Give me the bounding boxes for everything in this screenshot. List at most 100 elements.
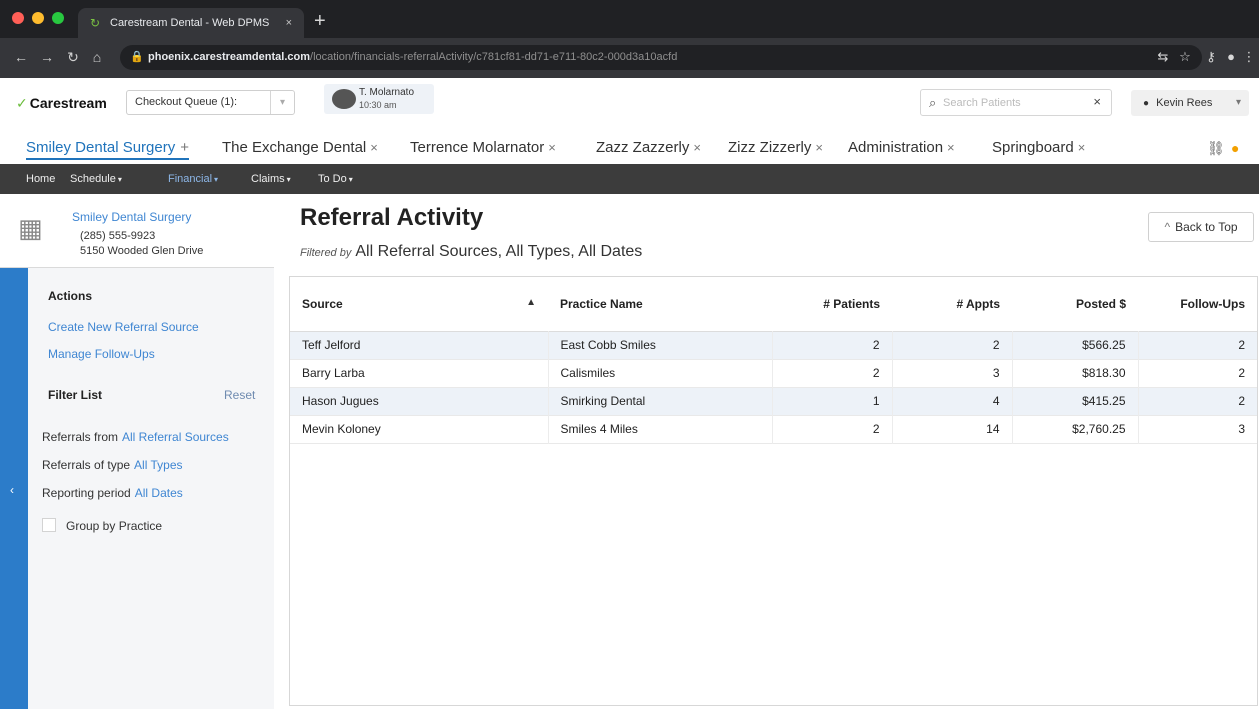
- sidebar-rail: ‹: [0, 268, 28, 709]
- referrals-from-filter[interactable]: Referrals from All Referral Sources: [42, 430, 229, 444]
- back-to-top-label: Back to Top: [1175, 220, 1238, 234]
- caret-icon: ▾: [348, 175, 353, 184]
- lock-icon: 🔒: [130, 51, 144, 63]
- filtered-by-label: Filtered by: [300, 247, 352, 259]
- column-followups-header[interactable]: Follow-Ups: [1138, 277, 1257, 331]
- search-icon: ⌕: [929, 95, 937, 110]
- new-tab-button[interactable]: +: [314, 8, 326, 34]
- checkout-queue-select[interactable]: Checkout Queue (1): ▾: [126, 90, 295, 115]
- column-practice-name-header[interactable]: Practice Name: [548, 277, 772, 331]
- tab-springboard[interactable]: Springboard ×: [992, 136, 1085, 160]
- close-tab-icon[interactable]: ×: [286, 8, 292, 38]
- close-tab-icon[interactable]: ×: [548, 140, 556, 155]
- menu-todo[interactable]: To Do ▾: [318, 171, 353, 188]
- patients-cell: 2: [772, 331, 893, 359]
- group-by-practice-checkbox[interactable]: [42, 518, 56, 532]
- menu-claims[interactable]: Claims ▾: [251, 171, 291, 188]
- table-row[interactable]: Mevin Koloney Smiles 4 Miles 2 14 $2,760…: [290, 415, 1257, 443]
- tab-smiley-dental-surgery[interactable]: Smiley Dental Surgery +: [26, 136, 189, 160]
- table-row[interactable]: Teff Jelford East Cobb Smiles 2 2 $566.2…: [290, 331, 1257, 359]
- practice-name-link[interactable]: Smiley Dental Surgery: [72, 210, 191, 224]
- create-referral-source-link[interactable]: Create New Referral Source: [48, 320, 199, 334]
- bookmark-star-icon[interactable]: ☆: [1176, 46, 1194, 68]
- tab-label: Terrence Molarnator: [410, 139, 545, 156]
- filter-label: Referrals of type: [42, 458, 131, 472]
- filter-value[interactable]: All Types: [134, 458, 182, 472]
- column-posted-header[interactable]: Posted $: [1012, 277, 1138, 331]
- appts-cell: 3: [892, 359, 1013, 387]
- minimize-window-button[interactable]: [32, 12, 44, 24]
- patients-cell: 1: [772, 387, 893, 415]
- browser-addressbar: ← → ↻ ⌂ 🔒 phoenix.carestreamdental.com/l…: [0, 38, 1259, 78]
- manage-followups-link[interactable]: Manage Follow-Ups: [48, 347, 155, 361]
- followups-cell: 2: [1238, 394, 1245, 408]
- posted-cell: $2,760.25: [1012, 415, 1139, 443]
- filter-value[interactable]: All Dates: [135, 486, 183, 500]
- caret-icon: ▾: [286, 175, 291, 184]
- workspace-tabs: Smiley Dental Surgery + The Exchange Dent…: [0, 130, 1259, 164]
- patient-avatar: [332, 89, 356, 109]
- patient-time: 10:30 am: [359, 100, 397, 110]
- table-row[interactable]: Hason Jugues Smirking Dental 1 4 $415.25…: [290, 387, 1257, 415]
- filter-summary-text: All Referral Sources, All Types, All Dat…: [355, 243, 643, 260]
- chevron-down-icon[interactable]: ▾: [270, 91, 294, 114]
- search-input[interactable]: [943, 93, 1081, 112]
- source-cell: Hason Jugues: [290, 387, 549, 415]
- user-menu[interactable]: ● Kevin Rees ▾: [1131, 90, 1249, 116]
- menu-label: Financial: [168, 173, 213, 185]
- back-to-top-button[interactable]: ^ Back to Top: [1148, 212, 1254, 242]
- reporting-period-filter[interactable]: Reporting period All Dates: [42, 486, 183, 500]
- key-icon[interactable]: ⚷: [1202, 46, 1220, 68]
- clear-search-icon[interactable]: ×: [1093, 94, 1101, 109]
- logo-check-icon: ✓: [16, 95, 28, 111]
- home-icon[interactable]: ⌂: [88, 46, 106, 68]
- patient-name: T. Molarnato: [359, 87, 415, 98]
- link-icon[interactable]: ⛓: [1207, 140, 1225, 156]
- close-tab-icon[interactable]: ×: [693, 140, 701, 155]
- back-arrow-icon[interactable]: ←: [12, 46, 30, 68]
- patient-chip[interactable]: T. Molarnato 10:30 am: [324, 84, 434, 114]
- tab-administration[interactable]: Administration ×: [848, 136, 955, 160]
- tab-zizz-zizzerly[interactable]: Zizz Zizzerly ×: [728, 136, 823, 160]
- close-tab-icon[interactable]: ×: [947, 140, 955, 155]
- translate-icon[interactable]: ⇆: [1154, 46, 1172, 68]
- menu-schedule[interactable]: Schedule ▾: [70, 171, 122, 188]
- source-cell: Teff Jelford: [290, 331, 549, 359]
- table-header-row: Source ▲ Practice Name # Patients # Appts…: [290, 277, 1257, 331]
- collapse-sidebar-icon[interactable]: ‹: [10, 483, 14, 497]
- menu-financial[interactable]: Financial ▾: [168, 171, 218, 188]
- close-window-button[interactable]: [12, 12, 24, 24]
- posted-cell: $415.25: [1012, 387, 1139, 415]
- browser-tab-title: Carestream Dental - Web DPMS: [110, 17, 270, 29]
- add-tab-icon[interactable]: +: [180, 139, 189, 156]
- filter-label: Reporting period: [42, 486, 131, 500]
- alert-badge-icon[interactable]: ●: [1231, 140, 1239, 156]
- menu-home[interactable]: Home: [26, 171, 55, 187]
- url-bar[interactable]: 🔒 phoenix.carestreamdental.com/location/…: [120, 45, 1202, 70]
- profile-icon[interactable]: ●: [1222, 46, 1240, 68]
- filter-value[interactable]: All Referral Sources: [122, 430, 229, 444]
- column-patients-header[interactable]: # Patients: [772, 277, 892, 331]
- referrals-type-filter[interactable]: Referrals of type All Types: [42, 458, 183, 472]
- column-appts-header[interactable]: # Appts: [892, 277, 1012, 331]
- practice-card: ▦ Smiley Dental Surgery (285) 555-9923 5…: [0, 194, 274, 268]
- column-source-header[interactable]: Source ▲: [290, 277, 548, 331]
- sort-ascending-icon[interactable]: ▲: [526, 297, 536, 308]
- patient-search[interactable]: ⌕ ×: [920, 89, 1112, 116]
- close-tab-icon[interactable]: ×: [1078, 140, 1086, 155]
- source-cell: Barry Larba: [290, 359, 549, 387]
- browser-tab[interactable]: ↻ Carestream Dental - Web DPMS ×: [78, 8, 304, 38]
- close-tab-icon[interactable]: ×: [370, 140, 378, 155]
- reload-icon[interactable]: ↻: [64, 46, 82, 68]
- posted-cell: $566.25: [1012, 331, 1139, 359]
- tab-the-exchange-dental[interactable]: The Exchange Dental ×: [222, 136, 378, 160]
- tab-terrence-molarnator[interactable]: Terrence Molarnator ×: [410, 136, 556, 160]
- forward-arrow-icon[interactable]: →: [38, 46, 56, 68]
- maximize-window-button[interactable]: [52, 12, 64, 24]
- reset-filter-link[interactable]: Reset: [224, 388, 255, 402]
- table-row[interactable]: Barry Larba Calismiles 2 3 $818.30 2: [290, 359, 1257, 387]
- close-tab-icon[interactable]: ×: [815, 140, 823, 155]
- browser-menu-icon[interactable]: ⋮: [1240, 46, 1258, 68]
- user-caret-icon: ▾: [1235, 97, 1241, 108]
- tab-zazz-zazzerly[interactable]: Zazz Zazzerly ×: [596, 136, 701, 160]
